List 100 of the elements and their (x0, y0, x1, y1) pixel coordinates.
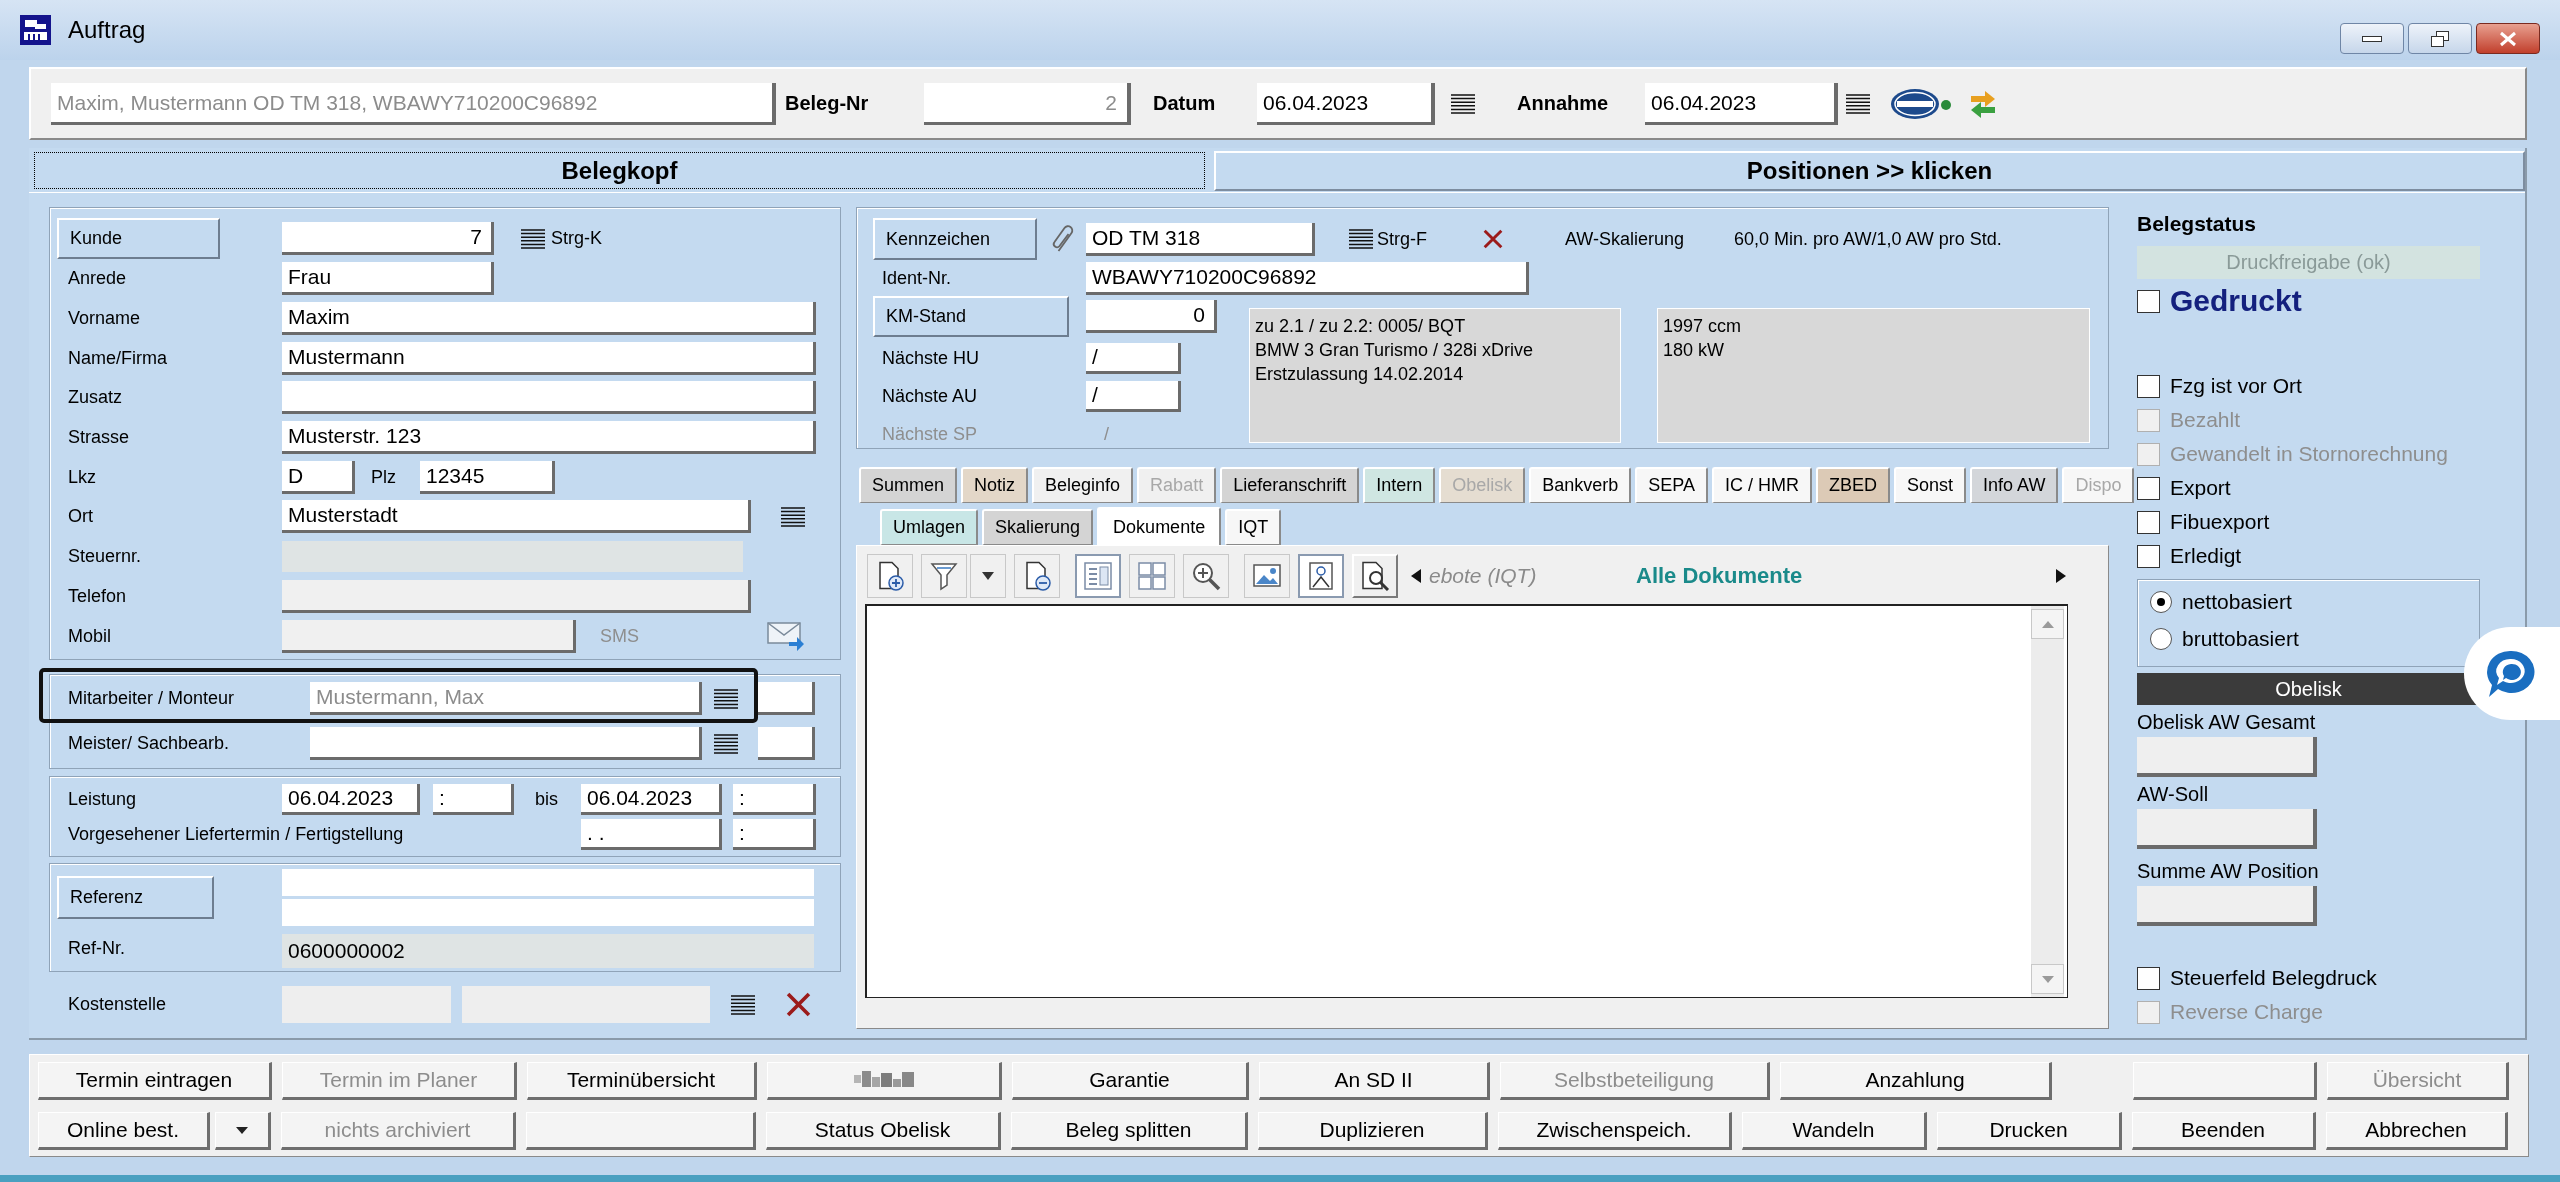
button[interactable]: Drucken (1937, 1112, 2122, 1150)
input-field[interactable]: . . (581, 819, 722, 850)
button[interactable] (2133, 1062, 2317, 1100)
delete-icon[interactable] (786, 992, 811, 1017)
input-field[interactable] (282, 381, 816, 415)
chat-widget[interactable] (2464, 627, 2560, 720)
input-field[interactable]: 0 (1086, 300, 1217, 333)
scroll-up-button[interactable] (2031, 609, 2064, 639)
button[interactable]: An SD II (1259, 1062, 1490, 1100)
lookup-button[interactable]: Referenz (57, 876, 214, 919)
scroll-down-button[interactable] (2031, 964, 2064, 994)
input-field[interactable]: : (733, 819, 816, 850)
list-icon[interactable] (714, 733, 738, 754)
button[interactable]: Duplizieren (1258, 1112, 1488, 1150)
list-icon[interactable] (1846, 93, 1870, 114)
input-field[interactable]: D (282, 460, 355, 494)
input-field[interactable]: Mustermann (282, 341, 816, 375)
input-field[interactable]: Maxim (282, 302, 816, 336)
input-field[interactable]: 06.04.2023 (581, 784, 722, 815)
input-field[interactable]: 06.04.2023 (282, 784, 420, 815)
envelope-icon[interactable] (767, 620, 805, 653)
checkbox[interactable] (2137, 476, 2160, 500)
input-field[interactable]: : (733, 784, 816, 815)
delete-icon[interactable] (1483, 229, 1503, 249)
checkbox[interactable] (2137, 544, 2160, 568)
tab[interactable]: Dokumente (1097, 507, 1222, 545)
button[interactable]: Status Obelisk (766, 1112, 1001, 1150)
input-field[interactable]: / (1086, 342, 1181, 374)
button[interactable] (767, 1062, 1002, 1100)
button[interactable]: Online best. (38, 1112, 210, 1150)
list-icon[interactable] (714, 688, 738, 709)
tab[interactable]: ZBED (1816, 467, 1891, 503)
lookup-button[interactable]: Kunde (57, 218, 220, 259)
input-field[interactable]: OD TM 318 (1086, 222, 1315, 256)
input-field[interactable]: 06.04.2023 (1257, 82, 1435, 125)
tab[interactable]: Intern (1363, 467, 1436, 503)
input-field[interactable] (2137, 737, 2317, 777)
toolbar-button[interactable] (1014, 554, 1060, 598)
list-icon[interactable] (781, 506, 805, 527)
oval-logo-icon[interactable] (1890, 87, 1952, 120)
input-field[interactable] (462, 986, 710, 1023)
tab[interactable]: Notiz (961, 467, 1029, 503)
tab[interactable]: Skalierung (982, 509, 1094, 545)
button[interactable]: Termin eintragen (38, 1062, 272, 1100)
button[interactable]: Zwischenspeich. (1498, 1112, 1732, 1150)
button[interactable]: Terminübersicht (527, 1062, 757, 1100)
input-field[interactable]: Frau (282, 262, 494, 296)
input-field[interactable]: 7 (282, 222, 494, 255)
checkbox[interactable] (2137, 374, 2160, 398)
list-icon[interactable] (731, 994, 755, 1015)
minimize-button[interactable] (2340, 23, 2404, 54)
input-field[interactable]: 0600000002 (282, 934, 814, 968)
radio-button[interactable] (2150, 591, 2172, 613)
checkbox[interactable] (2137, 510, 2160, 534)
lookup-button[interactable]: KM-Stand (873, 296, 1069, 337)
checkbox[interactable] (2137, 966, 2160, 990)
vertical-scrollbar[interactable] (2031, 606, 2064, 997)
button[interactable]: Beenden (2132, 1112, 2316, 1150)
tab[interactable]: IC / HMR (1712, 467, 1812, 503)
tab[interactable]: Summen (859, 467, 958, 503)
dropdown-button[interactable] (970, 554, 1006, 598)
button[interactable] (526, 1112, 756, 1150)
input-field[interactable]: Musterstadt (282, 500, 751, 534)
left-arrow-icon[interactable] (1411, 569, 1421, 583)
toolbar-button[interactable] (867, 554, 913, 598)
input-field[interactable] (282, 986, 451, 1023)
list-icon[interactable] (521, 228, 545, 249)
input-field[interactable] (2137, 886, 2317, 926)
input-field[interactable] (282, 899, 814, 926)
input-field[interactable] (282, 869, 814, 896)
input-field[interactable]: 12345 (420, 460, 555, 494)
tab[interactable]: Umlagen (880, 509, 979, 545)
button[interactable]: Wandeln (1742, 1112, 1927, 1150)
list-icon[interactable] (1451, 93, 1475, 114)
toolbar-button[interactable] (1183, 554, 1229, 598)
right-arrow-icon[interactable] (2056, 569, 2066, 583)
input-field[interactable] (310, 727, 702, 760)
button[interactable]: Abbrechen (2326, 1112, 2508, 1150)
input-field[interactable]: 06.04.2023 (1645, 82, 1838, 125)
tab[interactable]: Beleginfo (1032, 467, 1134, 503)
input-field[interactable] (2137, 809, 2317, 849)
tab[interactable]: Bankverb (1529, 467, 1632, 503)
checkbox[interactable] (2137, 289, 2160, 313)
radio-button[interactable] (2150, 628, 2172, 650)
toolbar-button[interactable] (1298, 554, 1344, 598)
close-button[interactable] (2476, 23, 2540, 54)
input-field[interactable]: Musterstr. 123 (282, 421, 816, 455)
tab[interactable]: Info AW (1970, 467, 2059, 503)
tab[interactable]: Sonst (1894, 467, 1967, 503)
input-field[interactable]: / (1086, 380, 1181, 412)
button[interactable]: Anzahlung (1780, 1062, 2052, 1100)
input-field[interactable]: : (433, 784, 514, 815)
lookup-button[interactable]: Kennzeichen (873, 218, 1037, 260)
tab[interactable]: SEPA (1635, 467, 1708, 503)
button[interactable]: Beleg splitten (1011, 1112, 1248, 1150)
tab[interactable]: IQT (1225, 509, 1282, 545)
list-icon[interactable] (1349, 229, 1373, 249)
input-field[interactable]: WBAWY710200C96892 (1086, 261, 1529, 295)
restore-button[interactable] (2408, 23, 2472, 54)
button[interactable]: Garantie (1012, 1062, 1249, 1100)
